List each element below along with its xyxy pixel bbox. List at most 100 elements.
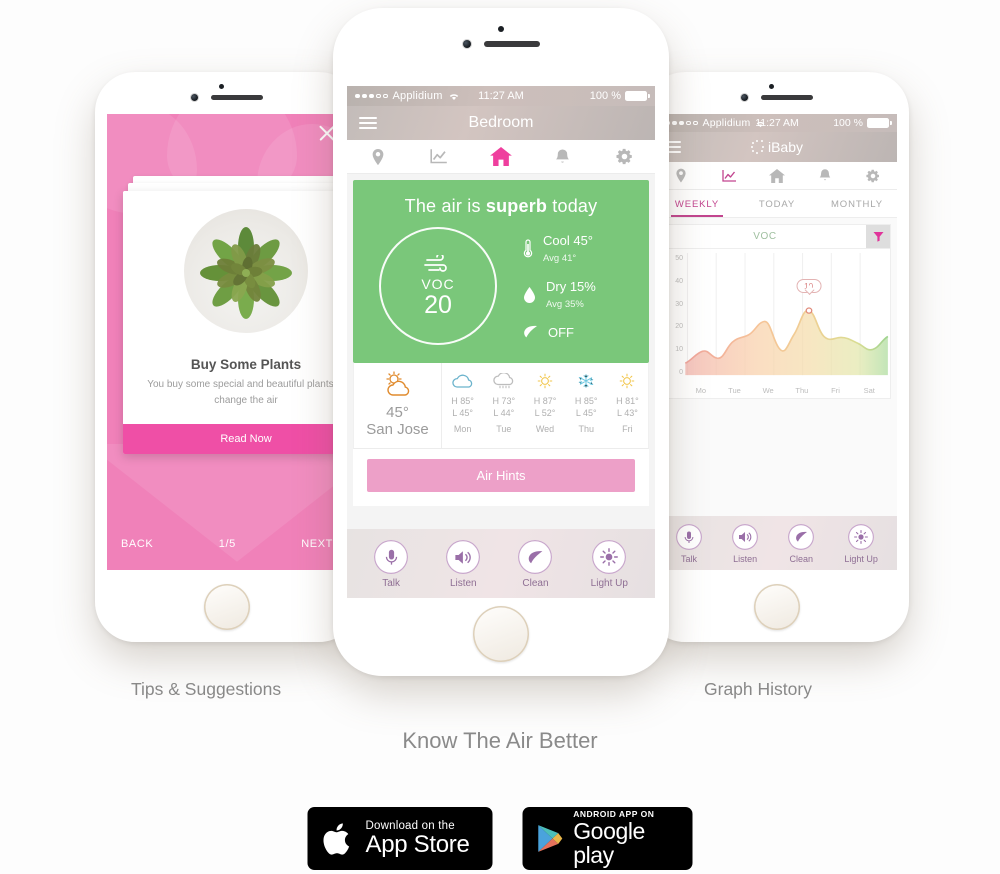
- tip-title: Buy Some Plants: [190, 357, 302, 372]
- back-button[interactable]: BACK: [121, 538, 153, 550]
- forecast-high: H 81°: [616, 396, 639, 406]
- next-button[interactable]: NEXT: [301, 538, 333, 550]
- talk-label: Talk: [681, 554, 698, 564]
- apple-logo-icon: [323, 822, 350, 855]
- google-play-badge[interactable]: ANDROID APP ON Google play: [522, 807, 693, 870]
- clean-button[interactable]: Clean: [788, 524, 815, 564]
- brightness-icon: [848, 524, 875, 550]
- weather-strip: 45° San Jose H 85° L 45° Mon H 73° L 44°…: [353, 363, 649, 449]
- succulent-plant-icon: [200, 227, 292, 319]
- clean-label: Clean: [522, 578, 549, 589]
- sidebar-item-settings[interactable]: [849, 162, 897, 189]
- sidebar-item-alerts[interactable]: [801, 162, 849, 189]
- tab-today[interactable]: TODAY: [737, 190, 817, 217]
- earpiece-speaker: [761, 95, 813, 100]
- forecast-low: L 52°: [534, 407, 556, 418]
- leaf-icon: [518, 540, 553, 574]
- talk-button[interactable]: Talk: [374, 540, 409, 589]
- talk-button[interactable]: Talk: [676, 524, 703, 564]
- humidity-value: Dry 15%: [546, 278, 596, 294]
- sidebar-item-alerts[interactable]: [532, 140, 594, 173]
- forecast-day: H 85° L 45° Mon: [442, 363, 483, 448]
- center-tab-bar: [347, 140, 655, 174]
- sidebar-item-location[interactable]: [347, 140, 409, 173]
- right-tab-bar: [657, 162, 897, 190]
- light-up-button[interactable]: Light Up: [591, 540, 628, 589]
- sun-icon: [537, 373, 553, 389]
- tab-weekly[interactable]: WEEKLY: [657, 190, 737, 217]
- light-up-label: Light Up: [590, 578, 628, 589]
- phone-center: Applidium 11:27 AM 100 % Bedroom The air…: [333, 8, 669, 676]
- earpiece-speaker: [211, 95, 263, 100]
- thermometer-icon: [523, 239, 533, 258]
- forecast-day-name: Mon: [453, 423, 472, 434]
- read-now-button[interactable]: Read Now: [123, 424, 347, 454]
- listen-button[interactable]: Listen: [732, 524, 759, 564]
- voc-value: 20: [424, 290, 452, 319]
- left-phone-screen: Buy Some Plants You buy some special and…: [107, 114, 347, 570]
- voc-history-chart[interactable]: 50 40 30 20 10 0 10 Mo Tue We Thu Fri Sa…: [663, 249, 891, 399]
- chart-x-label: Tue: [728, 386, 741, 395]
- speaker-icon: [446, 540, 481, 574]
- tab-monthly[interactable]: MONTHLY: [817, 190, 897, 217]
- forecast-high: H 87°: [533, 396, 557, 406]
- chart-x-label: We: [762, 386, 774, 395]
- air-hints-button[interactable]: Air Hints: [367, 459, 635, 492]
- light-up-button[interactable]: Light Up: [844, 524, 878, 564]
- hamburger-menu-icon[interactable]: [667, 141, 681, 153]
- headline-prefix: The air is: [404, 196, 486, 216]
- right-action-toolbar: Talk Listen Clean Light Up: [657, 516, 897, 570]
- earpiece-speaker: [483, 41, 540, 47]
- hamburger-menu-icon[interactable]: [359, 116, 377, 130]
- location-pin-icon: [372, 148, 384, 165]
- listen-button[interactable]: Listen: [446, 540, 481, 589]
- home-icon: [490, 147, 512, 166]
- room-title: Bedroom: [468, 114, 534, 131]
- clean-label: Clean: [789, 554, 814, 564]
- gear-icon: [616, 148, 632, 165]
- forecast-high: H 85°: [574, 396, 598, 406]
- filter-button[interactable]: [866, 225, 890, 248]
- sun-icon: [620, 373, 635, 389]
- chart-metric-label: VOC: [753, 231, 777, 242]
- rain-cloud-icon: [493, 372, 513, 389]
- clean-button[interactable]: Clean: [518, 540, 553, 589]
- brightness-icon: [592, 540, 627, 574]
- succulent-plant-photo: [123, 191, 347, 351]
- home-button[interactable]: [754, 584, 800, 630]
- chart-selected-point[interactable]: [805, 307, 813, 314]
- right-title-bar: iBaby: [657, 132, 897, 162]
- filter-funnel-icon: [873, 232, 883, 242]
- sidebar-item-graph[interactable]: [409, 140, 471, 173]
- forecast-day: H 85° L 45° Thu: [566, 363, 607, 448]
- sidebar-item-home[interactable]: [753, 162, 801, 189]
- sidebar-item-graph[interactable]: [705, 162, 753, 189]
- talk-label: Talk: [382, 578, 400, 589]
- sidebar-item-home[interactable]: [470, 140, 532, 173]
- google-play-triangle-icon: [538, 825, 563, 852]
- ibaby-wordmark: iBaby: [767, 139, 804, 155]
- forecast-day-name: Wed: [535, 423, 555, 434]
- forecast-day-name: Fri: [622, 423, 633, 434]
- sidebar-item-settings[interactable]: [593, 140, 655, 173]
- proximity-sensor: [769, 84, 774, 89]
- home-button[interactable]: [473, 606, 529, 662]
- phone-right: Applidium 11:27 AM 100 % iBaby WEEKLY TO…: [645, 72, 909, 642]
- carrier-name: Applidium: [392, 90, 443, 102]
- snowflake-icon: [578, 374, 594, 388]
- forecast-high: H 85°: [451, 396, 474, 406]
- air-headline: The air is superb today: [353, 196, 649, 217]
- cloud-icon: [451, 374, 472, 388]
- current-temperature: 45°: [386, 404, 409, 421]
- voc-gauge: VOC 20: [379, 227, 497, 345]
- tip-card-stack: Buy Some Plants You buy some special and…: [123, 176, 347, 454]
- air-hints-section: Air Hints: [353, 449, 649, 506]
- phone-left: Buy Some Plants You buy some special and…: [95, 72, 359, 642]
- line-chart-icon: [430, 149, 448, 164]
- chart-header: VOC: [663, 224, 891, 249]
- app-store-badge[interactable]: Download on the App Store: [307, 807, 493, 870]
- battery-full-icon: [867, 118, 892, 128]
- temperature-average: Avg 41°: [543, 252, 577, 264]
- tip-card[interactable]: Buy Some Plants You buy some special and…: [123, 191, 347, 454]
- home-button[interactable]: [204, 584, 250, 630]
